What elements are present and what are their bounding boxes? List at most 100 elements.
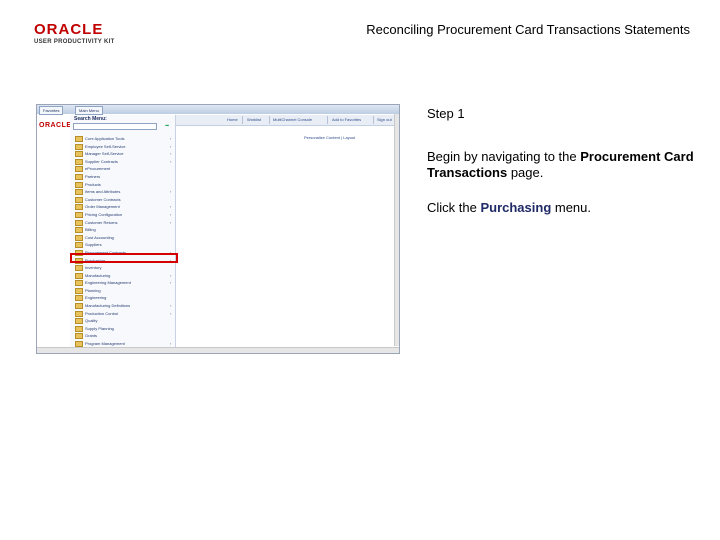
menu-search-input[interactable] — [73, 123, 157, 130]
menu-item-label: Order Management — [85, 204, 120, 210]
chevron-right-icon: › — [170, 341, 172, 347]
folder-icon — [75, 295, 83, 302]
menu-item[interactable]: Products — [70, 181, 175, 189]
oracle-upk-logo: ORACLE USER PRODUCTIVITY KIT — [34, 22, 130, 48]
menu-item[interactable]: Manager Self-Service › — [70, 150, 175, 158]
header-link-multichannel[interactable]: MultiChannel Console — [273, 117, 312, 122]
menu-item-label: Customer Contracts — [85, 196, 121, 202]
application-screenshot: Favorites Main Menu ORACLE Home Worklist… — [36, 104, 400, 354]
menu-item[interactable]: Cost Accounting — [70, 234, 175, 242]
menu-item[interactable]: eProcurement — [70, 165, 175, 173]
chevron-right-icon: › — [170, 310, 172, 316]
menu-item[interactable]: Employee Self-Service › — [70, 143, 175, 151]
step-label: Step 1 — [427, 106, 465, 121]
menu-item[interactable]: Engineering Management › — [70, 279, 175, 287]
folder-icon — [75, 204, 83, 211]
horizontal-scrollbar[interactable] — [37, 347, 399, 353]
menu-item-label: Quality — [85, 318, 98, 324]
vertical-scrollbar[interactable] — [394, 114, 399, 346]
menu-item[interactable]: Billing — [70, 226, 175, 234]
menu-item[interactable]: Manufacturing Definitions › — [70, 302, 175, 310]
folder-icon — [75, 318, 83, 325]
menu-item[interactable]: Suppliers — [70, 241, 175, 249]
header-link-worklist[interactable]: Worklist — [247, 117, 261, 122]
folder-icon — [75, 211, 83, 218]
app-oracle-logo: ORACLE — [39, 122, 72, 129]
menu-item[interactable]: Partners — [70, 173, 175, 181]
chevron-right-icon: › — [170, 303, 172, 309]
header-separator — [269, 116, 270, 124]
menu-item-label: Inventory — [85, 265, 102, 271]
menu-item[interactable]: Core Application Tools › — [70, 135, 175, 143]
folder-icon — [75, 242, 83, 249]
menu-item-label: Manager Self-Service — [85, 151, 124, 157]
menu-item[interactable]: Order Management › — [70, 203, 175, 211]
menu-item[interactable]: Supply Planning — [70, 325, 175, 333]
menu-item-label: Production Control — [85, 310, 119, 316]
chevron-right-icon: › — [170, 136, 172, 141]
header-separator — [242, 116, 243, 124]
instruction-text: page. — [507, 165, 544, 180]
menu-item-label: Supplier Contracts — [85, 158, 118, 164]
menu-item-label: Grants — [85, 333, 98, 339]
header-separator — [327, 116, 328, 124]
folder-icon — [75, 310, 83, 317]
menu-item[interactable]: Items and Attributes › — [70, 188, 175, 196]
menu-item-label: Partners — [85, 173, 101, 179]
menu-item[interactable]: Inventory — [70, 264, 175, 272]
menu-item-label: Program Management — [85, 341, 125, 347]
tab-favorites[interactable]: Favorites — [39, 106, 64, 115]
folder-icon — [75, 303, 83, 310]
folder-icon — [75, 265, 83, 272]
chevron-right-icon: › — [170, 219, 172, 225]
menu-item[interactable]: Engineering — [70, 294, 175, 302]
menu-item[interactable]: Quality — [70, 317, 175, 325]
purchasing-highlight-box — [70, 253, 178, 263]
personalize-link[interactable]: Personalize Content | Layout — [304, 135, 355, 140]
menu-item[interactable]: Grants — [70, 332, 175, 340]
menu-item[interactable]: Pricing Configuration › — [70, 211, 175, 219]
logo-upk-text: USER PRODUCTIVITY KIT — [34, 39, 115, 45]
chevron-right-icon: › — [170, 189, 172, 195]
slide-title: Reconciling Procurement Card Transaction… — [366, 22, 690, 37]
chevron-right-icon: › — [170, 272, 172, 278]
menu-item-label: Suppliers — [85, 242, 102, 248]
folder-icon — [75, 219, 83, 226]
folder-icon — [75, 173, 83, 180]
logo-oracle-text: ORACLE — [34, 21, 104, 38]
menu-item-label: Cost Accounting — [85, 234, 114, 240]
header-separator — [373, 116, 374, 124]
header-link-signout[interactable]: Sign out — [377, 117, 392, 122]
chevron-right-icon: › — [170, 158, 172, 164]
menu-item[interactable]: Planning — [70, 287, 175, 295]
header-link-home[interactable]: Home — [227, 117, 238, 122]
menu-item-label: Employee Self-Service — [85, 143, 126, 149]
menu-pane: Search Menu: ➡ Core Application Tools › Em… — [70, 115, 176, 353]
menu-item[interactable]: Production Control › — [70, 310, 175, 318]
folder-icon — [75, 181, 83, 188]
menu-item[interactable]: Customer Returns › — [70, 219, 175, 227]
folder-icon — [75, 136, 83, 142]
menu-item-label: Core Application Tools — [85, 136, 125, 141]
menu-search-label: Search Menu: — [74, 116, 107, 122]
instruction-target-menu: Purchasing — [480, 200, 552, 215]
chevron-right-icon: › — [170, 143, 172, 149]
menu-item-label: Engineering Management — [85, 280, 131, 286]
menu-item[interactable]: Customer Contracts — [70, 196, 175, 204]
chevron-right-icon: › — [170, 204, 172, 210]
search-go-icon[interactable]: ➡ — [165, 123, 169, 129]
chevron-right-icon: › — [170, 211, 172, 217]
header-link-favorites[interactable]: Add to Favorites — [332, 117, 361, 122]
menu-item[interactable]: Supplier Contracts › — [70, 158, 175, 166]
folder-icon — [75, 189, 83, 196]
menu-item-label: Manufacturing Definitions — [85, 303, 131, 309]
menu-item[interactable]: Manufacturing › — [70, 272, 175, 280]
folder-icon — [75, 227, 83, 234]
tab-main-menu[interactable]: Main Menu — [75, 106, 103, 115]
folder-icon — [75, 151, 83, 158]
menu-item-label: Products — [85, 181, 101, 187]
folder-icon — [75, 287, 83, 294]
menu-list: Core Application Tools › Employee Self-Ser… — [70, 135, 175, 353]
folder-icon — [75, 234, 83, 241]
instruction-text: Click the — [427, 200, 481, 215]
